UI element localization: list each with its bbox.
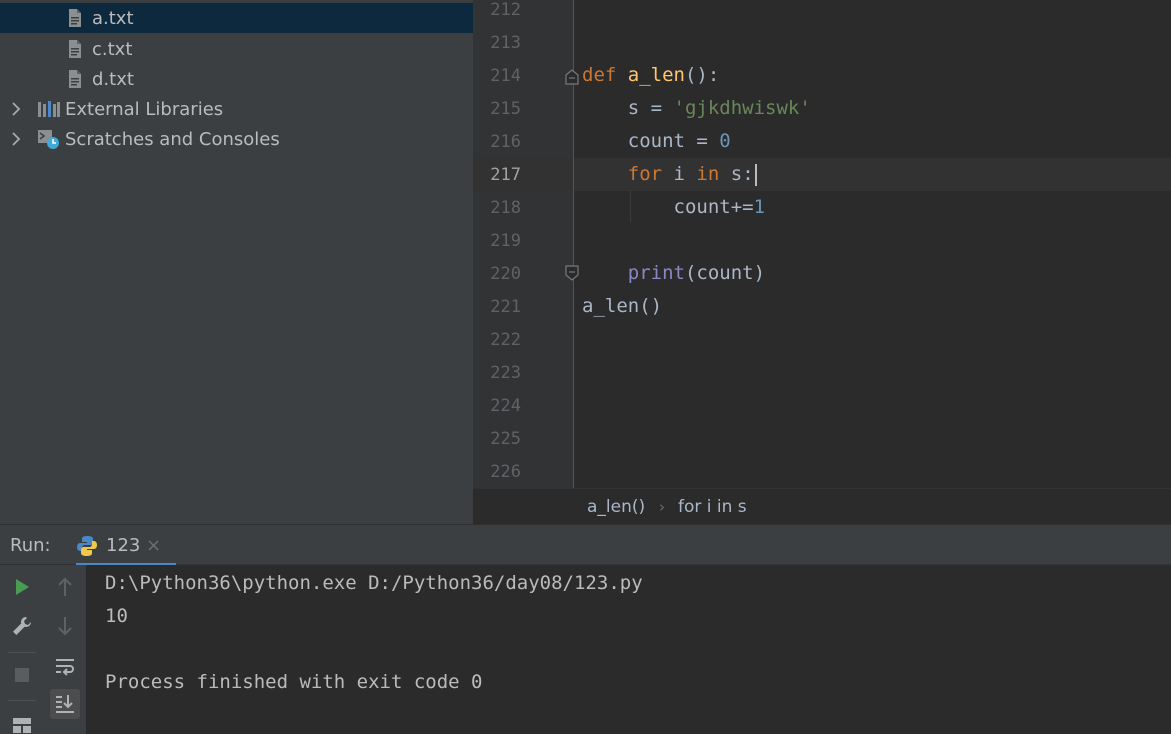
tree-item-label: d.txt [92, 68, 134, 90]
run-toolbar-secondary [44, 565, 86, 734]
run-console-output[interactable]: D:\Python36\python.exe D:/Python36/day08… [86, 565, 1171, 734]
line-number: 215 [490, 99, 521, 119]
line-number-active: 217 [490, 165, 521, 185]
code-token: count+= [582, 196, 754, 218]
layout-icon[interactable] [7, 710, 37, 734]
run-panel-header: Run: 123 × [0, 524, 1171, 566]
code-line: s = 'gjkdhwiswk' [582, 97, 811, 119]
code-token: i [662, 163, 697, 185]
line-number: 218 [490, 198, 521, 218]
line-number: 213 [490, 33, 521, 53]
tree-item-label: a.txt [92, 7, 134, 29]
code-token: s = [582, 97, 674, 119]
code-editor[interactable]: 212 213 214 215 216 217 218 219 220 221 … [473, 0, 1171, 488]
close-icon[interactable]: × [146, 535, 161, 556]
breadcrumb-separator: › [659, 497, 665, 516]
code-token: a_len() [582, 295, 663, 317]
console-line: D:\Python36\python.exe D:/Python36/day08… [105, 572, 643, 594]
number-token: 1 [753, 196, 766, 218]
line-number: 212 [490, 0, 521, 20]
code-line: a_len() [582, 295, 662, 317]
text-file-icon [65, 7, 85, 29]
wrench-icon[interactable] [7, 611, 37, 641]
breadcrumb: a_len() › for i in s [473, 488, 1171, 524]
line-number: 223 [490, 363, 521, 383]
tree-item-d-txt[interactable]: d.txt [0, 64, 473, 94]
tree-item-label: c.txt [92, 38, 133, 60]
code-line-active: for i in s: [582, 163, 757, 186]
run-label: Run: [10, 535, 51, 556]
scratches-icon [37, 128, 61, 150]
soft-wrap-icon[interactable] [50, 651, 80, 681]
line-number: 219 [490, 231, 521, 251]
tree-item-external-libraries[interactable]: External Libraries [0, 94, 473, 124]
library-icon [37, 98, 61, 120]
tree-item-label: Scratches and Consoles [65, 128, 280, 150]
number-token: 0 [719, 130, 731, 152]
string-token: 'gjkdhwiswk' [673, 97, 811, 119]
line-number: 222 [490, 330, 521, 350]
arrow-up-icon[interactable] [50, 572, 80, 602]
console-line: 10 [105, 605, 128, 627]
chevron-right-icon[interactable] [9, 132, 23, 146]
code-token: (count) [684, 262, 766, 284]
text-file-icon [65, 38, 85, 60]
arrow-down-icon[interactable] [50, 611, 80, 641]
function-name-token: a_len [627, 64, 685, 86]
tree-item-a-txt[interactable]: a.txt [0, 3, 473, 33]
line-number: 220 [490, 264, 521, 284]
stop-icon[interactable] [7, 660, 37, 690]
fold-marker-icon[interactable] [565, 265, 579, 281]
tab-label: 123 [106, 535, 141, 556]
code-line: def a_len(): [582, 64, 719, 86]
chevron-right-icon[interactable] [9, 102, 23, 116]
project-tree-panel: a.txt c.txt d.txt External Libraries Scr… [0, 0, 473, 524]
code-token: count = [582, 130, 720, 152]
scroll-to-end-icon[interactable] [50, 689, 80, 719]
python-icon [76, 535, 98, 557]
tab-run-config[interactable]: 123 × [76, 525, 176, 566]
tree-item-label: External Libraries [65, 98, 224, 120]
code-line: count = 0 [582, 130, 731, 152]
tree-item-c-txt[interactable]: c.txt [0, 34, 473, 64]
keyword-token: in [696, 163, 720, 185]
text-file-icon [65, 68, 85, 90]
line-number: 226 [490, 462, 521, 482]
run-icon[interactable] [7, 572, 37, 602]
tree-item-scratches-and-consoles[interactable]: Scratches and Consoles [0, 124, 473, 154]
line-number: 216 [490, 132, 521, 152]
fold-marker-icon[interactable] [565, 69, 579, 85]
code-token: s: [719, 163, 754, 185]
code-line: print(count) [582, 262, 765, 284]
console-line: Process finished with exit code 0 [105, 671, 483, 693]
current-line-highlight [473, 158, 1171, 191]
toolbar-separator [8, 700, 36, 701]
line-number: 225 [490, 429, 521, 449]
breadcrumb-item[interactable]: for i in s [678, 497, 747, 517]
code-token: (): [684, 64, 720, 86]
toolbar-separator [8, 652, 36, 653]
line-number: 224 [490, 396, 521, 416]
breadcrumb-item[interactable]: a_len() [587, 497, 645, 517]
line-number: 221 [490, 297, 521, 317]
keyword-token: def [582, 64, 617, 86]
builtin-token: print [627, 262, 685, 284]
text-caret [754, 163, 757, 186]
line-number: 214 [490, 66, 521, 86]
keyword-token: for [627, 163, 663, 185]
code-line: count+=1 [582, 196, 766, 218]
run-toolbar-primary [0, 565, 44, 734]
